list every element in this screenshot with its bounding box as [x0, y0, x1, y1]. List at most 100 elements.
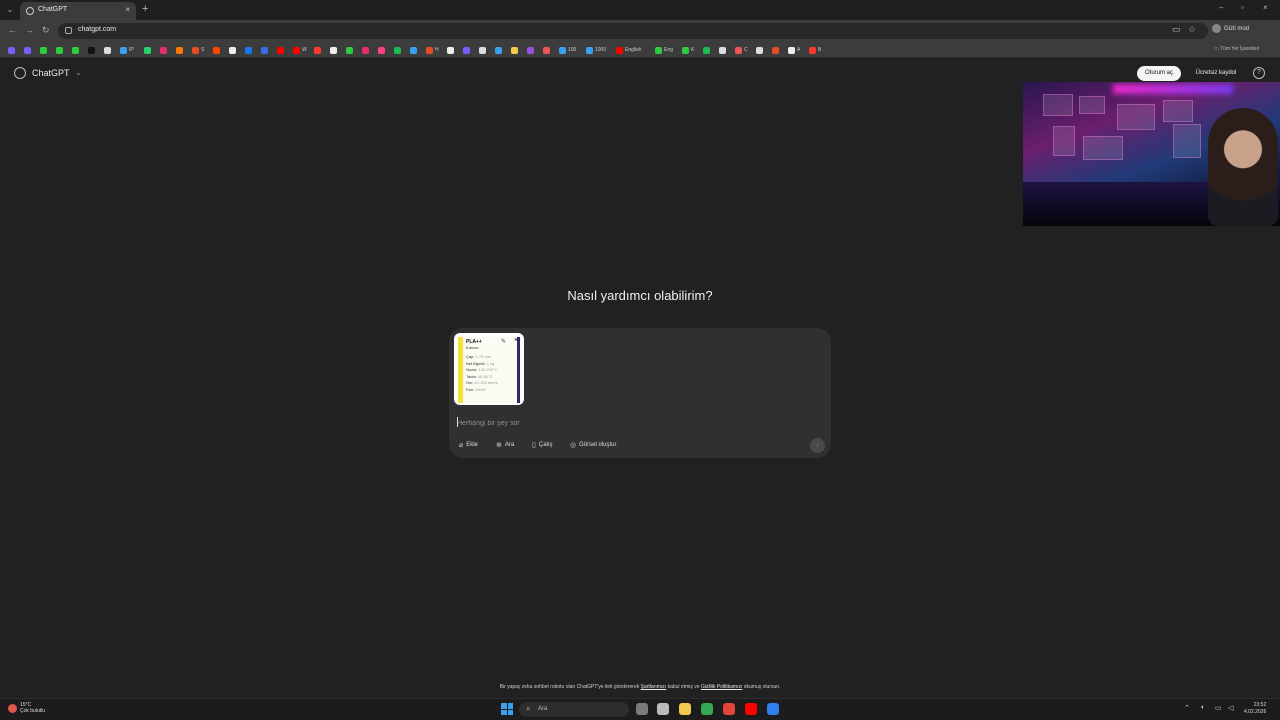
bookmark-item[interactable]: [160, 46, 169, 54]
bookmark-item[interactable]: [8, 46, 17, 54]
tool-label: Görsel oluştur: [579, 442, 617, 448]
send-button[interactable]: ↑: [810, 438, 825, 453]
bookmark-item[interactable]: C: [735, 46, 748, 54]
tool-1-button[interactable]: ⊕ Ara: [492, 438, 518, 452]
globe-icon: ⊕: [496, 442, 502, 449]
bookmark-item[interactable]: B: [809, 46, 821, 54]
bookmark-item[interactable]: [24, 46, 33, 54]
bookmark-item[interactable]: IP: [120, 46, 134, 54]
bookmark-item[interactable]: 100: [559, 46, 576, 54]
back-icon[interactable]: ←: [8, 25, 17, 35]
model-selector[interactable]: ChatGPT ⌄: [14, 67, 81, 79]
search-icon: ⌕: [526, 704, 531, 713]
label-row-value: 1.75 mm: [475, 354, 492, 359]
bookmark-favicon-icon: [176, 46, 183, 54]
chrome-icon[interactable]: [701, 703, 713, 715]
bookmark-item[interactable]: [447, 46, 456, 54]
all-bookmarks-button[interactable]: ▭ Tüm Yer İşaretleri: [1214, 46, 1259, 52]
bookmark-item[interactable]: [346, 46, 355, 54]
bookmark-item[interactable]: W: [293, 46, 307, 54]
app-youtube-icon[interactable]: [745, 703, 757, 715]
tool-3-button[interactable]: ◎ Görsel oluştur: [566, 438, 620, 452]
login-button[interactable]: Oturum aç: [1137, 66, 1181, 81]
bookmark-item[interactable]: [719, 46, 728, 54]
bookmark-item[interactable]: [543, 46, 552, 54]
bookmark-item[interactable]: [330, 46, 339, 54]
bookmark-item[interactable]: K: [682, 46, 694, 54]
bookmark-item[interactable]: [314, 46, 323, 54]
system-clock[interactable]: 23:52 4.02.2026: [1244, 702, 1266, 716]
bookmark-item[interactable]: [495, 46, 504, 54]
bookmark-item[interactable]: [703, 46, 712, 54]
app-blue-icon[interactable]: [767, 703, 779, 715]
site-info-icon[interactable]: [65, 27, 72, 34]
bookmark-item[interactable]: [213, 46, 222, 54]
help-icon[interactable]: ?: [1253, 67, 1265, 79]
bookmark-item[interactable]: [463, 46, 472, 54]
close-window-icon[interactable]: ×: [1263, 3, 1268, 12]
bookmark-item[interactable]: [394, 46, 403, 54]
bookmark-item[interactable]: [527, 46, 536, 54]
page-icon[interactable]: ▭: [1172, 24, 1181, 35]
volume-icon[interactable]: ◁: [1228, 704, 1233, 712]
app-red-icon[interactable]: [723, 703, 735, 715]
tray-chevron-icon[interactable]: ⌃: [1184, 704, 1190, 712]
bookmark-item[interactable]: [56, 46, 65, 54]
bookmark-item[interactable]: [261, 46, 270, 54]
prompt-input[interactable]: [457, 417, 817, 429]
edit-icon[interactable]: ✎: [501, 338, 506, 345]
bookmark-item[interactable]: A: [788, 46, 800, 54]
attachment-thumbnail[interactable]: PLA++ Kırmızı Çap: 1.75 mm Net Ağırlık: 1…: [454, 333, 524, 405]
address-bar[interactable]: chatgpt.com: [58, 23, 1208, 39]
windows-start-icon[interactable]: [501, 703, 513, 715]
bookmark-item[interactable]: [40, 46, 49, 54]
bookmark-item[interactable]: [144, 46, 153, 54]
taskbar-search[interactable]: ⌕ Ara: [519, 702, 629, 717]
microphone-icon[interactable]: ◖: [1200, 704, 1204, 711]
tab-chatgpt[interactable]: ChatGPT ×: [20, 2, 136, 20]
bookmark-item[interactable]: [410, 46, 419, 54]
privacy-link[interactable]: Gizlilik Politikamızı: [701, 684, 742, 690]
bookmark-item[interactable]: English: [616, 46, 641, 54]
bookmark-item[interactable]: [176, 46, 185, 54]
tool-0-button[interactable]: ⌀ Ekle: [455, 438, 482, 452]
new-tab-button[interactable]: +: [142, 3, 148, 15]
bookmark-item[interactable]: [88, 46, 97, 54]
bookmark-item[interactable]: 1000: [586, 46, 606, 54]
tab-list-button[interactable]: ⌄: [4, 4, 16, 16]
bookmark-item[interactable]: [756, 46, 765, 54]
bookmark-item[interactable]: [245, 46, 254, 54]
taskview-icon[interactable]: [636, 703, 648, 715]
bookmark-star-icon[interactable]: ☆: [1188, 24, 1196, 35]
bookmark-item[interactable]: H: [426, 46, 439, 54]
forward-icon[interactable]: →: [25, 25, 34, 35]
bookmark-item[interactable]: [229, 46, 238, 54]
signup-button[interactable]: Ücretsiz kaydol: [1187, 66, 1245, 81]
close-tab-icon[interactable]: ×: [125, 5, 130, 14]
restore-icon[interactable]: ▫: [1241, 3, 1244, 12]
incognito-indicator[interactable]: Gizli mod: [1212, 24, 1249, 33]
terms-link[interactable]: Şartlarımızı: [641, 684, 667, 690]
settings-icon[interactable]: [657, 703, 669, 715]
bookmark-item[interactable]: [72, 46, 81, 54]
bookmark-item[interactable]: [104, 46, 113, 54]
bookmark-item[interactable]: [277, 46, 286, 54]
bookmark-item[interactable]: [511, 46, 520, 54]
tool-2-button[interactable]: ▯ Çalış: [528, 438, 557, 452]
reload-icon[interactable]: ↻: [42, 25, 50, 36]
file-explorer-icon[interactable]: [679, 703, 691, 715]
bookmark-item[interactable]: [772, 46, 781, 54]
bookmark-item[interactable]: S: [192, 46, 204, 54]
bookmark-favicon-icon: [463, 46, 470, 54]
minimize-icon[interactable]: –: [1219, 3, 1223, 12]
bookmark-label: S: [201, 47, 205, 53]
bookmark-item[interactable]: [362, 46, 371, 54]
weather-widget[interactable]: 15°C Çok bulutlu: [8, 702, 45, 714]
bookmark-item[interactable]: [479, 46, 488, 54]
bookmark-item[interactable]: Eng: [655, 46, 673, 54]
taskbar-search-label: Ara: [538, 706, 548, 712]
bookmark-favicon-icon: [735, 46, 742, 54]
display-icon[interactable]: ▭: [1215, 704, 1222, 712]
bookmark-item[interactable]: [378, 46, 387, 54]
remove-attachment-icon[interactable]: ×: [514, 337, 518, 344]
